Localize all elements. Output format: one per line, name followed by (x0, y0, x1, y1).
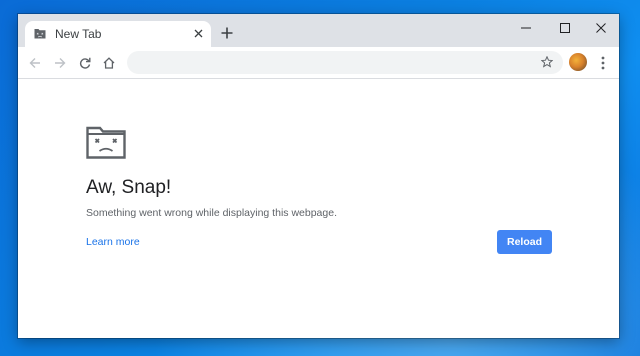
arrow-right-icon (55, 58, 66, 68)
home-button[interactable] (100, 54, 118, 72)
error-title: Aw, Snap! (86, 177, 172, 198)
profile-avatar[interactable] (569, 53, 587, 71)
maximize-icon (560, 23, 570, 33)
close-icon (194, 29, 202, 37)
tab-close-button[interactable] (190, 25, 206, 41)
minimize-button[interactable] (508, 14, 544, 42)
maximize-button[interactable] (547, 14, 583, 42)
browser-window: New Tab Aw, Snap! Something went wrong w… (18, 14, 619, 338)
tab-new-tab[interactable]: New Tab (25, 21, 211, 47)
address-bar[interactable] (127, 51, 563, 74)
home-icon (103, 57, 115, 69)
sad-folder-icon (34, 29, 46, 39)
title-bar: New Tab (18, 14, 619, 47)
sad-folder-icon (86, 126, 126, 159)
plus-icon (221, 27, 233, 39)
star-icon (541, 56, 553, 68)
reload-page-button[interactable]: Reload (497, 230, 552, 254)
window-close-button[interactable] (583, 14, 619, 42)
kebab-menu-icon (601, 56, 605, 70)
toolbar (18, 47, 619, 79)
reload-button[interactable] (76, 54, 94, 72)
tab-title: New Tab (55, 27, 102, 41)
menu-button[interactable] (594, 53, 612, 73)
error-message: Something went wrong while displaying th… (86, 207, 337, 219)
learn-more-link[interactable]: Learn more (86, 236, 140, 248)
reload-icon (79, 57, 91, 69)
page-content: Aw, Snap! Something went wrong while dis… (18, 79, 619, 338)
bookmark-star-button[interactable] (539, 54, 555, 70)
close-icon (596, 23, 606, 33)
back-button[interactable] (26, 54, 44, 72)
arrow-left-icon (29, 58, 40, 68)
minimize-icon (521, 27, 531, 29)
forward-button[interactable] (51, 54, 69, 72)
new-tab-button[interactable] (218, 24, 236, 42)
